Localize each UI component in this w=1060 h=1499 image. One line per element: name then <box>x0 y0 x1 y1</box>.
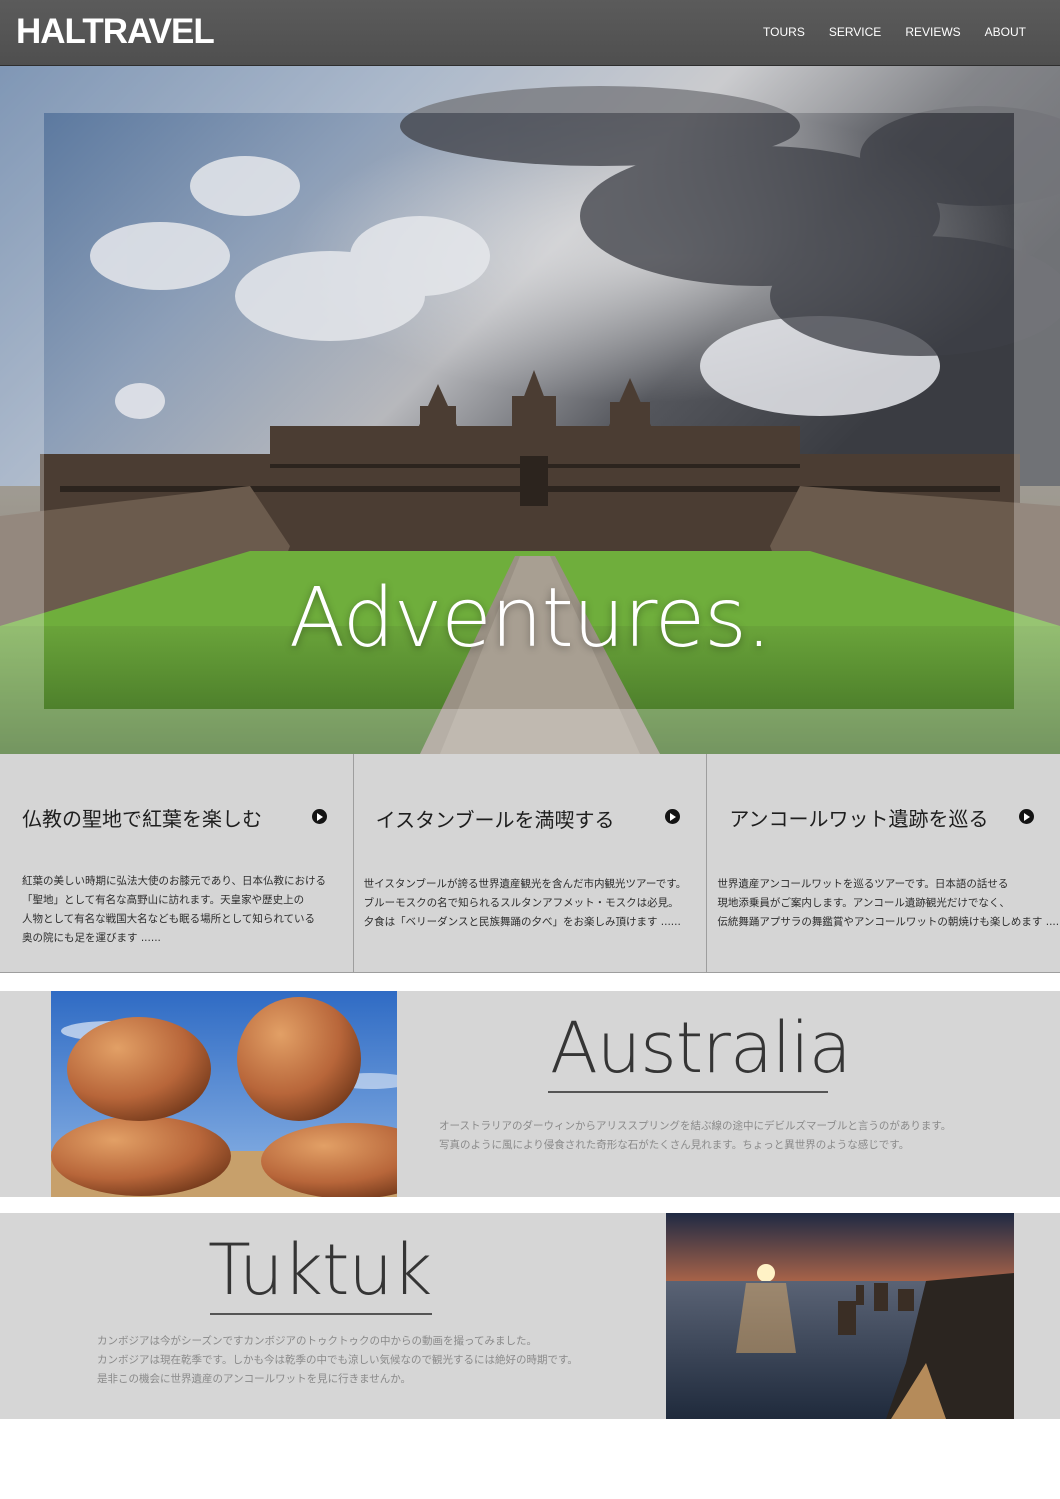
description-line: 是非この機会に世界遺産のアンコールワットを見に行きませんか。 <box>97 1373 412 1385</box>
tour-card-title: イスタンブールを満喫する <box>375 808 615 832</box>
tour-card-line: 伝統舞踊アプサラの舞鑑賞やアンコールワットの朝焼けも楽しめます ...... <box>717 916 1060 928</box>
tour-card-line: 夕食は「ベリーダンスと民族舞踊の夕べ」をお楽しみ頂けます ...... <box>363 916 681 928</box>
main-nav: TOURS SERVICE REVIEWS ABOUT <box>763 25 1026 39</box>
heading-underline <box>210 1313 432 1315</box>
description-line: カンボジアは現在乾季です。しかも今は乾季の中でも涼しい気候なので観光するには絶好… <box>97 1354 578 1366</box>
tour-card-line: 紅葉の美しい時期に弘法大使のお膝元であり、日本仏教における <box>22 875 326 887</box>
feature-tuktuk: Tuktuk カンボジアは今がシーズンですカンボジアのトゥクトゥクの中からの動画… <box>0 1213 1060 1419</box>
feature-australia: Australia オーストラリアのダーウィンからアリススプリングを結ぶ線の途中… <box>0 991 1060 1197</box>
heading-underline <box>548 1091 828 1093</box>
description-line: 写真のように風により侵食された奇形な石がたくさん見れます。ちょっと異世界のような… <box>439 1139 910 1151</box>
description-line: カンボジアは今がシーズンですカンボジアのトゥクトゥクの中からの動画を撮ってみまし… <box>97 1335 537 1347</box>
devils-marbles-photo <box>51 991 397 1197</box>
tour-card-title: アンコールワット遺跡を巡る <box>729 807 989 831</box>
site-logo[interactable]: HALTRAVEL <box>16 12 215 52</box>
australia-description: オーストラリアのダーウィンからアリススプリングを結ぶ線の途中にデビルズマーブルと… <box>439 1117 951 1155</box>
play-arrow-icon[interactable] <box>311 809 327 824</box>
tuktuk-heading: Tuktuk <box>208 1229 432 1311</box>
tour-card-line: 奥の院にも足を運びます ...... <box>22 932 161 944</box>
tour-card-description: 紅葉の美しい時期に弘法大使のお膝元であり、日本仏教における 「聖地」として有名な… <box>22 872 345 948</box>
tour-card-line: 人物として有名な戦国大名なども眠る場所として知られている <box>22 913 316 925</box>
nav-tours[interactable]: TOURS <box>763 25 805 39</box>
tour-card-line: ブルーモスクの名で知られるスルタンアフメット・モスクは必見。 <box>363 897 679 909</box>
nav-reviews[interactable]: REVIEWS <box>905 25 960 39</box>
description-line: オーストラリアのダーウィンからアリススプリングを結ぶ線の途中にデビルズマーブルと… <box>439 1120 952 1132</box>
tour-card-line: 世イスタンブールが誇る世界遺産観光を含んだ市内観光ツアーです。 <box>363 878 687 890</box>
hero-banner: Adventures. <box>0 66 1060 754</box>
tour-card-line: 「聖地」として有名な高野山に訪れます。天皇家や歴史上の <box>22 894 305 906</box>
play-arrow-icon[interactable] <box>665 809 681 824</box>
site-header: HALTRAVEL TOURS SERVICE REVIEWS ABOUT <box>0 0 1060 66</box>
tour-cards: 仏教の聖地で紅葉を楽しむ 紅葉の美しい時期に弘法大使のお膝元であり、日本仏教にお… <box>0 754 1060 973</box>
coastal-sunset-photo <box>666 1213 1014 1419</box>
tour-card-line: 現地添乗員がご案内します。アンコール遺跡観光だけでなく、 <box>717 897 1010 909</box>
tour-card-angkor[interactable]: アンコールワット遺跡を巡る 世界遺産アンコールワットを巡るツアーです。日本語の話… <box>707 754 1060 973</box>
tour-card-title: 仏教の聖地で紅葉を楽しむ <box>22 807 262 831</box>
tuktuk-description: カンボジアは今がシーズンですカンボジアのトゥクトゥクの中からの動画を撮ってみまし… <box>97 1332 578 1389</box>
australia-heading: Australia <box>550 1007 852 1089</box>
tour-card-description: 世界遺産アンコールワットを巡るツアーです。日本語の話せる 現地添乗員がご案内しま… <box>717 875 1060 932</box>
tour-card-line: 世界遺産アンコールワットを巡るツアーです。日本語の話せる <box>717 878 1009 890</box>
play-arrow-icon[interactable] <box>1019 809 1035 824</box>
hero-title: Adventures. <box>289 571 772 666</box>
tour-card-istanbul[interactable]: イスタンブールを満喫する 世イスタンブールが誇る世界遺産観光を含んだ市内観光ツア… <box>353 754 708 973</box>
nav-about[interactable]: ABOUT <box>985 25 1026 39</box>
tour-card-description: 世イスタンブールが誇る世界遺産観光を含んだ市内観光ツアーです。 ブルーモスクの名… <box>364 875 699 932</box>
nav-service[interactable]: SERVICE <box>829 25 881 39</box>
tour-card-koyasan[interactable]: 仏教の聖地で紅葉を楽しむ 紅葉の美しい時期に弘法大使のお膝元であり、日本仏教にお… <box>0 754 354 973</box>
